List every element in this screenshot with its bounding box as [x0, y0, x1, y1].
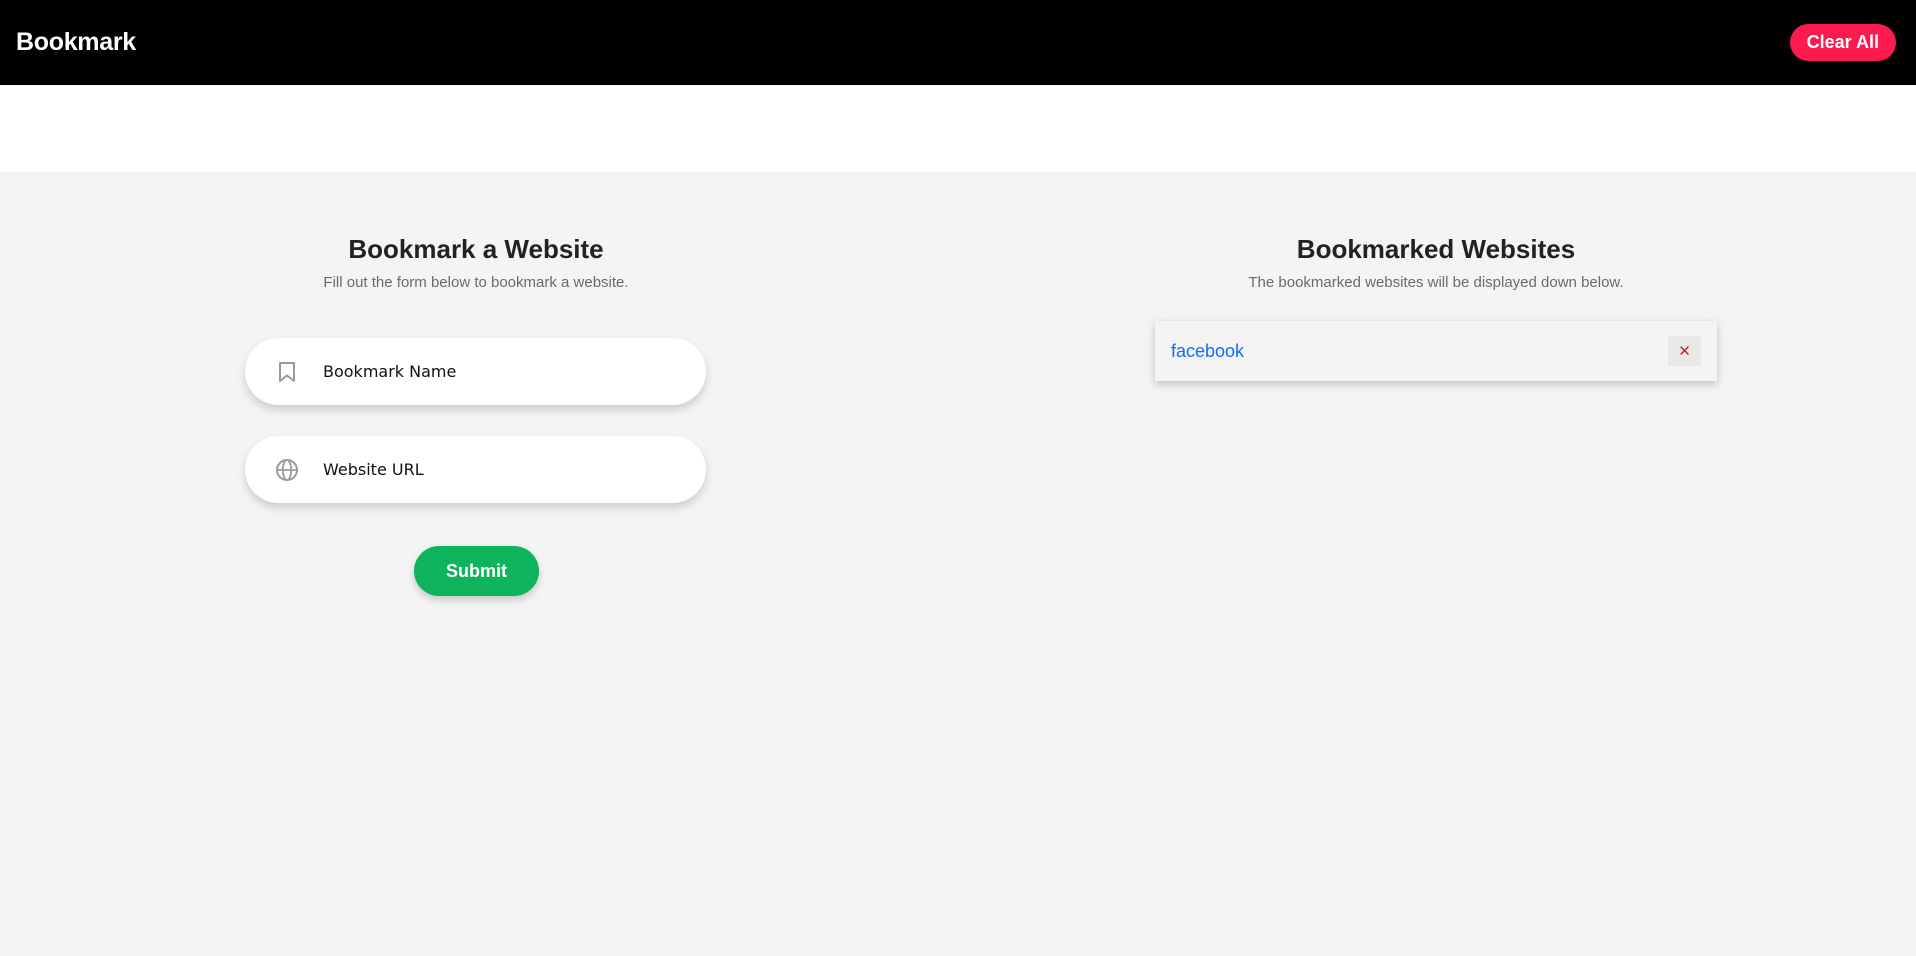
bookmark-icon [275, 360, 299, 384]
form-title: Bookmark a Website [348, 234, 604, 264]
form-subtitle: Fill out the form below to bookmark a we… [323, 274, 629, 291]
bookmark-link[interactable]: facebook [1171, 341, 1244, 362]
bookmark-name-field[interactable] [245, 338, 706, 405]
submit-button[interactable]: Submit [414, 546, 539, 596]
bookmark-item: facebook ✕ [1155, 321, 1717, 381]
brand-title: Bookmark [16, 28, 136, 56]
close-icon: ✕ [1678, 342, 1691, 360]
website-url-field[interactable] [245, 436, 706, 503]
list-title: Bookmarked Websites [1296, 234, 1576, 264]
globe-icon [275, 458, 299, 482]
delete-bookmark-button[interactable]: ✕ [1668, 336, 1701, 366]
website-url-input[interactable] [323, 460, 653, 479]
header-spacer [0, 85, 1916, 172]
bookmark-name-input[interactable] [323, 362, 653, 381]
list-subtitle: The bookmarked websites will be displaye… [1248, 274, 1624, 291]
clear-all-button[interactable]: Clear All [1789, 24, 1896, 61]
main-content: Bookmark a Website Fill out the form bel… [0, 172, 1916, 956]
navbar: Bookmark Clear All [0, 0, 1916, 85]
